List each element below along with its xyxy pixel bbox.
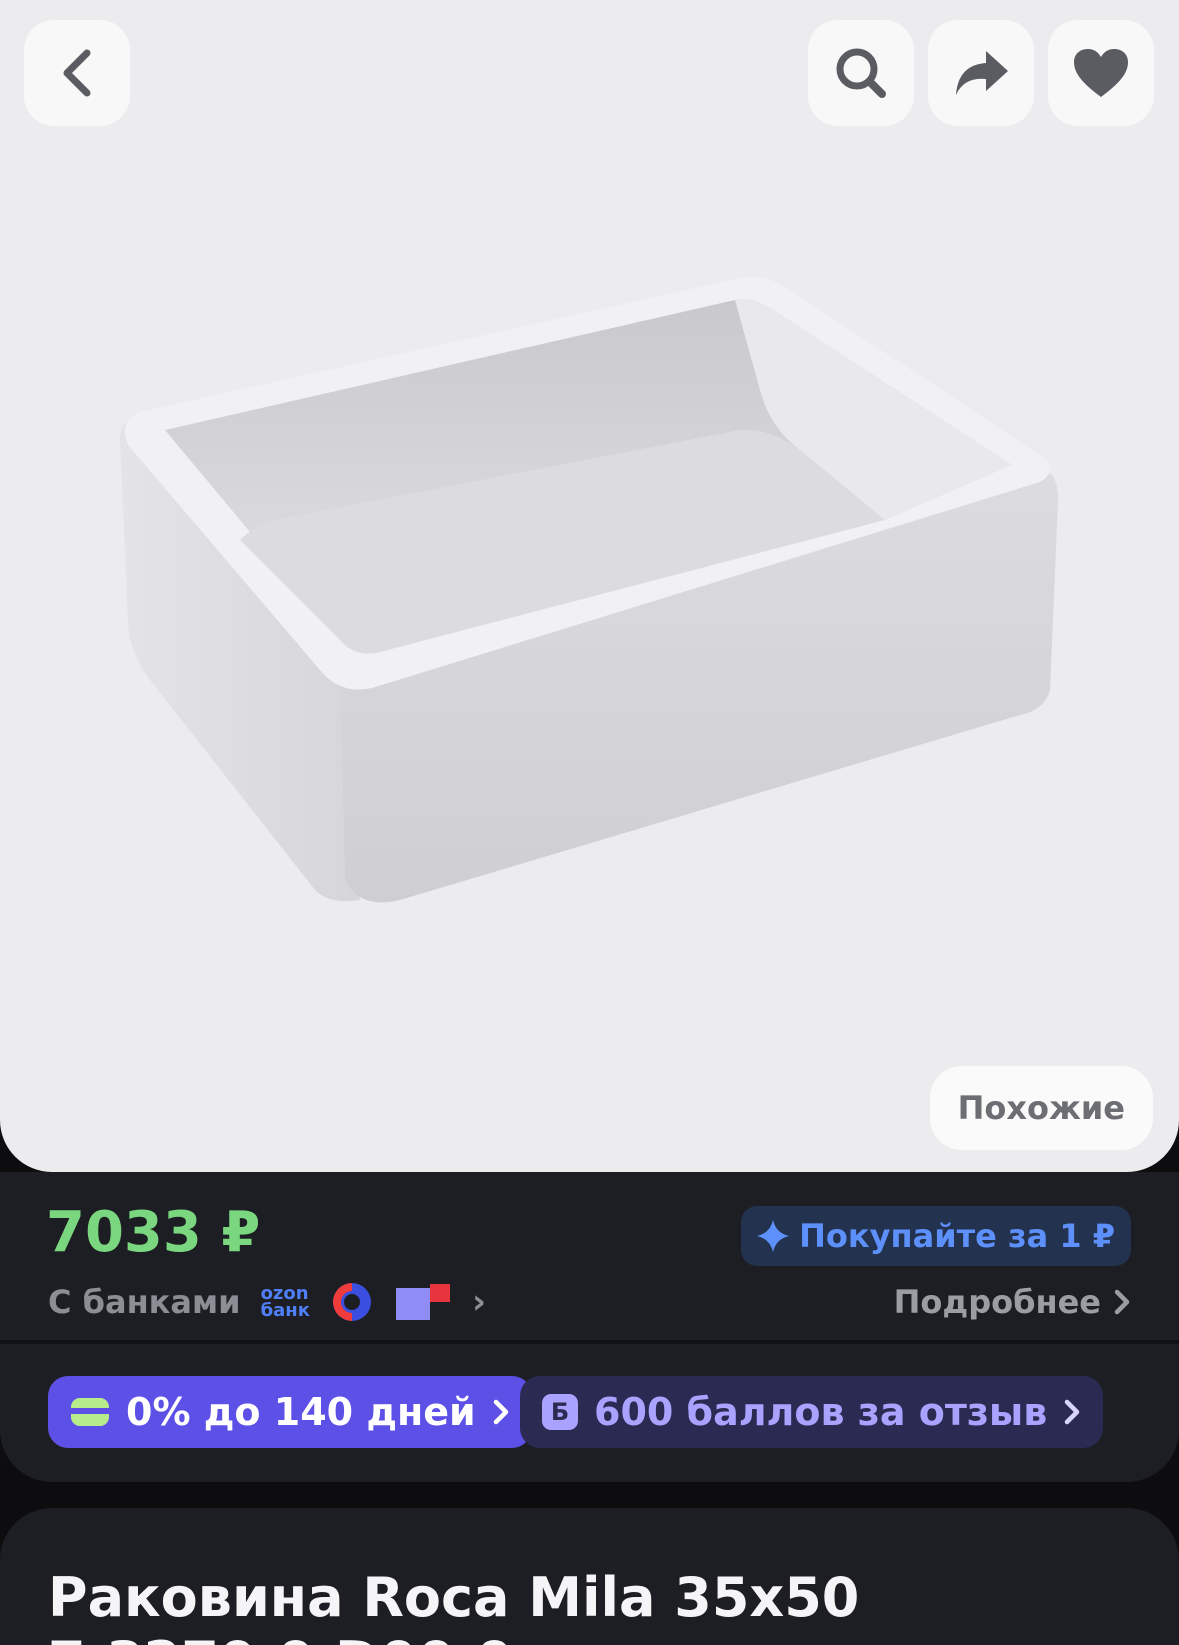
similar-label: Похожие xyxy=(957,1089,1125,1127)
product-title: Раковина Roca Mila 35x50 xyxy=(48,1566,860,1629)
sink-image xyxy=(119,276,1058,903)
heart-icon xyxy=(1074,49,1128,97)
chevron-right-icon: › xyxy=(471,1282,486,1322)
search-button[interactable] xyxy=(808,20,914,126)
chevron-right-icon xyxy=(1114,1289,1130,1315)
more-label: Подробнее xyxy=(893,1283,1101,1321)
bank-offers-row[interactable]: С банками ozon банк › xyxy=(48,1278,486,1326)
installment-chip[interactable]: 0% до 140 дней xyxy=(48,1376,532,1448)
price-value: 7033 ₽ xyxy=(46,1200,261,1265)
back-button[interactable] xyxy=(24,20,130,126)
buy-for-1-rub-badge[interactable]: Покупайте за 1 ₽ xyxy=(741,1206,1131,1266)
bank-logo-icon xyxy=(332,1283,371,1321)
favorite-button[interactable] xyxy=(1048,20,1154,126)
share-button[interactable] xyxy=(928,20,1034,126)
bank-logo-icon xyxy=(395,1284,450,1320)
search-icon xyxy=(836,48,886,98)
product-gallery[interactable]: Похожие xyxy=(0,0,1179,1172)
product-info-card: Раковина Roca Mila 35x50 7.3270.0.D00.0 xyxy=(0,1508,1179,1645)
similar-button[interactable]: Похожие xyxy=(929,1066,1153,1150)
chevron-left-icon xyxy=(63,49,91,97)
banks-label: С банками xyxy=(48,1283,241,1321)
more-link[interactable]: Подробнее xyxy=(894,1280,1131,1324)
chevron-right-icon xyxy=(1065,1399,1080,1425)
product-title-continuation: 7.3270.0.D00.0 xyxy=(48,1630,513,1645)
points-label: 600 баллов за отзыв xyxy=(594,1390,1048,1434)
divider xyxy=(0,1340,1179,1344)
installment-label: 0% до 140 дней xyxy=(126,1390,476,1434)
review-points-chip[interactable]: Б 600 баллов за отзыв xyxy=(520,1376,1104,1448)
card-icon xyxy=(71,1398,109,1426)
price-section: 7033 ₽ С банками ozon банк › Покупайте з… xyxy=(0,1172,1179,1482)
chevron-right-icon xyxy=(493,1399,508,1425)
points-icon: Б xyxy=(542,1394,578,1430)
ozon-bank-logo: ozon банк xyxy=(260,1283,310,1321)
sparkle-icon xyxy=(757,1220,790,1252)
share-icon xyxy=(956,51,1008,95)
promo-label: Покупайте за 1 ₽ xyxy=(799,1217,1115,1255)
